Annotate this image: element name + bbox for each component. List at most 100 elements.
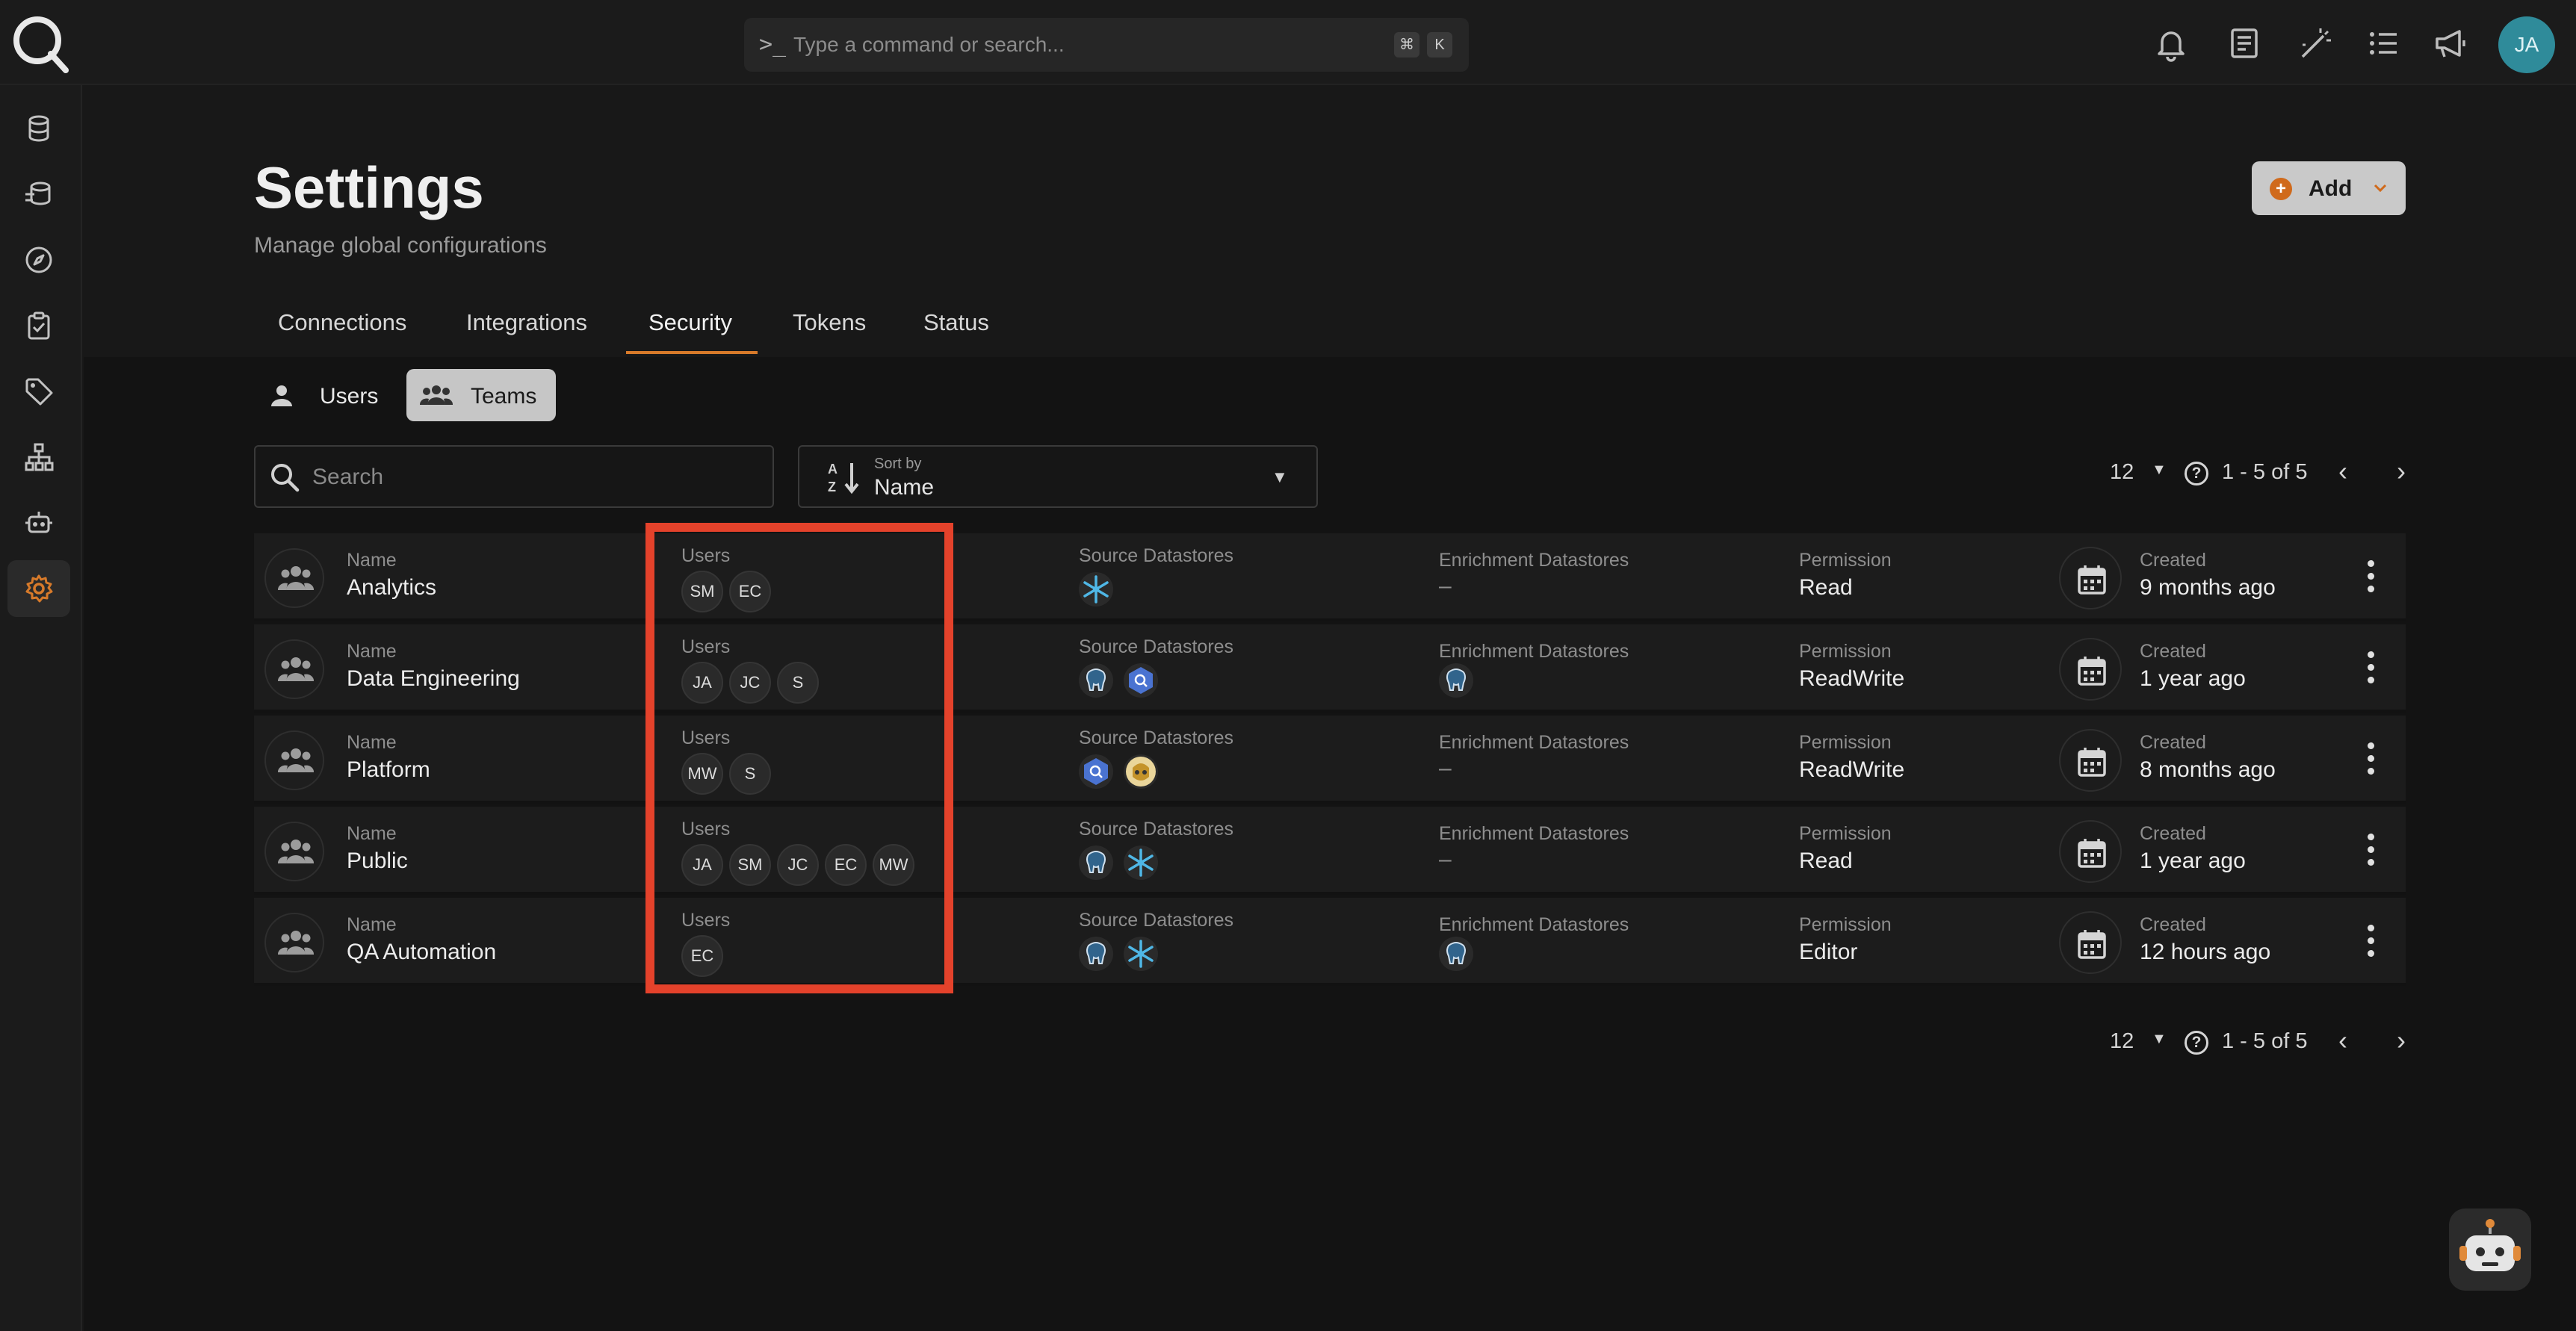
user-chip[interactable]: SM — [729, 844, 771, 886]
megaphone-icon[interactable] — [2431, 24, 2470, 63]
team-name: Data Engineering — [347, 666, 520, 691]
chevron-right-icon[interactable]: › — [2397, 1025, 2406, 1056]
team-name: QA Automation — [347, 940, 497, 964]
toggle-teams[interactable]: Teams — [406, 369, 556, 421]
search-input[interactable]: Search — [254, 445, 774, 508]
magic-wand-icon[interactable] — [2295, 24, 2334, 63]
chevron-left-icon[interactable]: ‹ — [2338, 456, 2347, 487]
caret-down-icon[interactable]: ▼ — [2152, 1031, 2167, 1048]
table-row[interactable]: Name QA Automation Users EC Source Datastore… — [254, 898, 2406, 986]
user-chip[interactable]: MW — [873, 844, 914, 886]
more-options-icon[interactable] — [2359, 920, 2382, 962]
created-label: Created — [2140, 914, 2206, 935]
permission-label: Permission — [1799, 732, 1892, 753]
nav-tags[interactable] — [7, 363, 70, 420]
nav-checks[interactable] — [7, 297, 70, 354]
nav-settings[interactable] — [7, 560, 70, 617]
page-size-select[interactable]: 12 — [2110, 1029, 2134, 1054]
name-label: Name — [347, 823, 397, 844]
more-options-icon[interactable] — [2359, 829, 2382, 871]
table-row[interactable]: Name Platform Users MW S Source Datastores Enr… — [254, 716, 2406, 804]
tab-security[interactable]: Security — [648, 309, 732, 336]
nav-explore[interactable] — [7, 232, 70, 288]
permission-value: Read — [1799, 575, 1853, 600]
postgres-icon[interactable] — [1079, 937, 1113, 971]
user-chip[interactable]: JC — [777, 844, 819, 886]
user-avatar[interactable]: JA — [2498, 16, 2555, 73]
page-size-select[interactable]: 12 — [2110, 460, 2134, 485]
bigquery-icon[interactable] — [1079, 754, 1113, 789]
calendar-badge — [2059, 729, 2122, 792]
hive-icon[interactable] — [1124, 754, 1158, 789]
tag-icon — [25, 378, 53, 406]
add-button[interactable]: + Add — [2252, 161, 2406, 215]
tab-integrations[interactable]: Integrations — [466, 309, 587, 336]
source-datastores-label: Source Datastores — [1079, 727, 1234, 748]
postgres-icon[interactable] — [1079, 846, 1113, 880]
permission-value: Read — [1799, 848, 1853, 873]
snowflake-icon[interactable] — [1124, 937, 1158, 971]
user-chip[interactable]: EC — [729, 571, 771, 612]
command-search-bar[interactable]: >_ Type a command or search... ⌘ K — [744, 18, 1469, 72]
user-chip[interactable]: JA — [681, 662, 723, 704]
more-options-icon[interactable] — [2359, 647, 2382, 689]
active-tab-indicator — [626, 351, 758, 354]
nav-datastores[interactable] — [7, 100, 70, 157]
toggle-users-label: Users — [320, 384, 379, 409]
side-nav — [0, 85, 82, 1331]
snowflake-icon[interactable] — [1079, 572, 1113, 606]
caret-down-icon[interactable]: ▼ — [2152, 462, 2167, 479]
user-chip[interactable]: S — [777, 662, 819, 704]
document-icon[interactable] — [2225, 24, 2264, 63]
calendar-icon — [2078, 748, 2106, 777]
user-chip[interactable]: SM — [681, 571, 723, 612]
bell-icon[interactable] — [2152, 24, 2190, 63]
table-row[interactable]: Name Analytics Users SM EC Source Datastores E… — [254, 533, 2406, 621]
postgres-icon[interactable] — [1079, 663, 1113, 698]
created-value: 1 year ago — [2140, 848, 2246, 873]
sort-by-select[interactable]: A Z Sort by Name ▼ — [798, 445, 1318, 508]
nav-agents[interactable] — [7, 494, 70, 551]
permission-value: Editor — [1799, 940, 1858, 964]
user-chip[interactable]: S — [729, 753, 771, 795]
stacked-database-icon — [25, 182, 51, 205]
logo-icon[interactable] — [7, 10, 70, 73]
hierarchy-icon — [25, 443, 54, 471]
help-icon[interactable]: ? — [2185, 1031, 2208, 1055]
tab-tokens[interactable]: Tokens — [793, 309, 866, 336]
postgres-icon[interactable] — [1439, 663, 1473, 698]
bigquery-icon[interactable] — [1124, 663, 1158, 698]
user-chip[interactable]: JC — [729, 662, 771, 704]
table-row[interactable]: Name Data Engineering Users JA JC S Source Dat… — [254, 624, 2406, 713]
enrichment-empty: – — [1439, 756, 1452, 781]
tab-connections[interactable]: Connections — [278, 309, 406, 336]
table-row[interactable]: Name Public Users JA SM JC EC MW Source Datastor… — [254, 807, 2406, 895]
user-chip[interactable]: EC — [681, 935, 723, 977]
enrichment-datastores-label: Enrichment Datastores — [1439, 914, 1629, 935]
users-label: Users — [681, 910, 731, 931]
toggle-users[interactable]: Users — [254, 369, 396, 421]
page-range: 1 - 5 of 5 — [2222, 1029, 2308, 1053]
robot-icon — [25, 512, 52, 533]
tab-status[interactable]: Status — [923, 309, 989, 336]
assistant-bot-button[interactable] — [2449, 1209, 2531, 1291]
chevron-left-icon[interactable]: ‹ — [2338, 1025, 2347, 1056]
k-key: K — [1427, 32, 1452, 58]
search-icon — [271, 464, 300, 492]
more-options-icon[interactable] — [2359, 556, 2382, 598]
nav-catalog[interactable] — [7, 166, 70, 223]
postgres-icon[interactable] — [1439, 937, 1473, 971]
users-label: Users — [681, 727, 731, 748]
group-icon — [278, 931, 314, 955]
created-label: Created — [2140, 550, 2206, 571]
list-icon[interactable] — [2364, 24, 2403, 63]
chevron-right-icon[interactable]: › — [2397, 456, 2406, 487]
more-options-icon[interactable] — [2359, 738, 2382, 780]
help-icon[interactable]: ? — [2185, 462, 2208, 485]
top-bar: >_ Type a command or search... ⌘ K JA — [0, 0, 2576, 85]
snowflake-icon[interactable] — [1124, 846, 1158, 880]
nav-flows[interactable] — [7, 429, 70, 485]
user-chip[interactable]: MW — [681, 753, 723, 795]
user-chip[interactable]: JA — [681, 844, 723, 886]
user-chip[interactable]: EC — [825, 844, 867, 886]
